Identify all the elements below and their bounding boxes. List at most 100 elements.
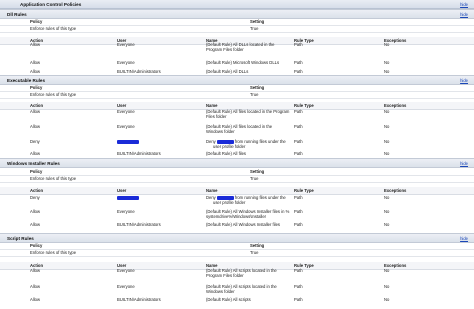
policy-row: Enforce rules of this type True: [0, 249, 474, 257]
rule-type: Path: [294, 297, 303, 302]
rule-action: Allow: [30, 297, 41, 302]
rule-exceptions: No: [384, 195, 390, 200]
rule-type: Path: [294, 284, 303, 289]
rule-type-col-header: Rule Type: [294, 188, 314, 193]
rule-name-line: Windows folder: [206, 289, 235, 294]
section-title: Executable Rules: [7, 77, 46, 83]
setting-col-header: Setting: [250, 169, 265, 174]
rule-action: Allow: [30, 284, 41, 289]
rule-type-col-header: Rule Type: [294, 103, 314, 108]
table-row: Allow Everyone (Default Rule) All DLLs loc…: [0, 42, 474, 54]
rule-name-line: user profile folder: [213, 144, 246, 149]
rule-user: BUILTIN\Administrators: [117, 222, 161, 227]
section-title: Script Rules: [7, 235, 34, 241]
rule-user-redacted: [117, 195, 139, 200]
rule-user: BUILTIN\Administrators: [117, 151, 161, 156]
rule-name-line: Program Files folder: [206, 273, 244, 278]
hide-link[interactable]: hide: [460, 236, 468, 241]
rule-name-line: (Default Rule) All Windows Installer fil…: [206, 222, 281, 227]
action-col-header: Action: [30, 103, 44, 108]
user-col-header: User: [117, 188, 127, 193]
rule-type: Path: [294, 139, 303, 144]
hide-link[interactable]: hide: [460, 161, 468, 166]
table-row: Allow Everyone (Default Rule) All files lo…: [0, 109, 474, 121]
policy-col-header: Policy: [30, 19, 43, 24]
rule-exceptions: No: [384, 209, 390, 214]
rule-exceptions: No: [384, 139, 390, 144]
rule-action: Allow: [30, 268, 41, 273]
rule-type: Path: [294, 124, 303, 129]
page-title: Application Control Policies: [20, 1, 82, 7]
rule-action: Allow: [30, 109, 41, 114]
rule-user: BUILTIN\Administrators: [117, 69, 161, 74]
rule-user: Everyone: [117, 109, 135, 114]
rule-user-redacted: [117, 139, 139, 144]
hide-link[interactable]: hide: [460, 2, 468, 7]
rule-action: Allow: [30, 60, 41, 65]
rule-exceptions: No: [384, 109, 390, 114]
section-header: Windows Installer Rules hide: [0, 158, 474, 168]
table-row: Allow Everyone (Default Rule) All scripts …: [0, 268, 474, 280]
rule-exceptions: No: [384, 60, 390, 65]
action-col-header: Action: [30, 188, 44, 193]
table-row: Allow Everyone (Default Rule) All Windows …: [0, 209, 474, 221]
rule-action: Allow: [30, 209, 41, 214]
rule-action: Allow: [30, 124, 41, 129]
rule-type: Path: [294, 222, 303, 227]
setting-value: True: [250, 92, 259, 97]
rule-name-line: (Default Rule) All scripts: [206, 297, 251, 302]
setting-col-header: Setting: [250, 19, 265, 24]
rule-action: Deny: [30, 195, 40, 200]
policy-col-header: Policy: [30, 243, 43, 248]
redaction-mark: [117, 140, 139, 144]
policy-row: Enforce rules of this type True: [0, 175, 474, 183]
rule-user: Everyone: [117, 60, 135, 65]
rule-name-line: user profile folder: [213, 200, 246, 205]
rule-action: Allow: [30, 69, 41, 74]
policy-value: Enforce rules of this type: [30, 250, 77, 255]
rule-user: Everyone: [117, 42, 135, 47]
rule-action: Allow: [30, 151, 41, 156]
hide-link[interactable]: hide: [460, 78, 468, 83]
rule-name-line: Windows folder: [206, 129, 235, 134]
rule-type: Path: [294, 69, 303, 74]
user-col-header: User: [117, 103, 127, 108]
rule-type: Path: [294, 42, 303, 47]
rule-name-line: Files folder: [206, 114, 227, 119]
page-header: Application Control Policies hide: [0, 0, 474, 9]
setting-col-header: Setting: [250, 85, 265, 90]
rule-user: Everyone: [117, 268, 135, 273]
policy-row: Enforce rules of this type True: [0, 25, 474, 33]
policy-row: Enforce rules of this type True: [0, 91, 474, 99]
rule-exceptions: No: [384, 297, 390, 302]
name-col-header: Name: [206, 103, 218, 108]
section-title: Dll Rules: [7, 11, 27, 17]
hide-link[interactable]: hide: [460, 12, 468, 17]
table-row: Allow Everyone (Default Rule) All scripts …: [0, 284, 474, 296]
section-title: Windows Installer Rules: [7, 160, 60, 166]
table-row: Allow Everyone (Default Rule) All files lo…: [0, 124, 474, 136]
rule-name-line: (Default Rule) All DLLs: [206, 69, 249, 74]
rule-action: Deny: [30, 139, 40, 144]
table-row: Deny Deny from running files under the user…: [0, 195, 474, 207]
rule-exceptions: No: [384, 268, 390, 273]
policy-col-header: Policy: [30, 169, 43, 174]
rule-type: Path: [294, 60, 303, 65]
exceptions-col-header: Exceptions: [384, 103, 407, 108]
rule-user: BUILTIN\Administrators: [117, 297, 161, 302]
rule-header-row: Action User Name Rule Type Exceptions: [0, 187, 474, 195]
rule-type: Path: [294, 151, 303, 156]
rule-action: Allow: [30, 42, 41, 47]
rule-exceptions: No: [384, 124, 390, 129]
policy-col-header: Policy: [30, 85, 43, 90]
setting-value: True: [250, 250, 259, 255]
setting-value: True: [250, 176, 259, 181]
rule-name-line: systemdrive%\Windows\Installer: [206, 214, 267, 219]
rule-user: Everyone: [117, 284, 135, 289]
rule-name-line: (Default Rule) Microsoft Windows DLLs: [206, 60, 280, 65]
rule-user: Everyone: [117, 124, 135, 129]
rule-user: Everyone: [117, 209, 135, 214]
policy-value: Enforce rules of this type: [30, 176, 77, 181]
setting-col-header: Setting: [250, 243, 265, 248]
rule-type: Path: [294, 109, 303, 114]
